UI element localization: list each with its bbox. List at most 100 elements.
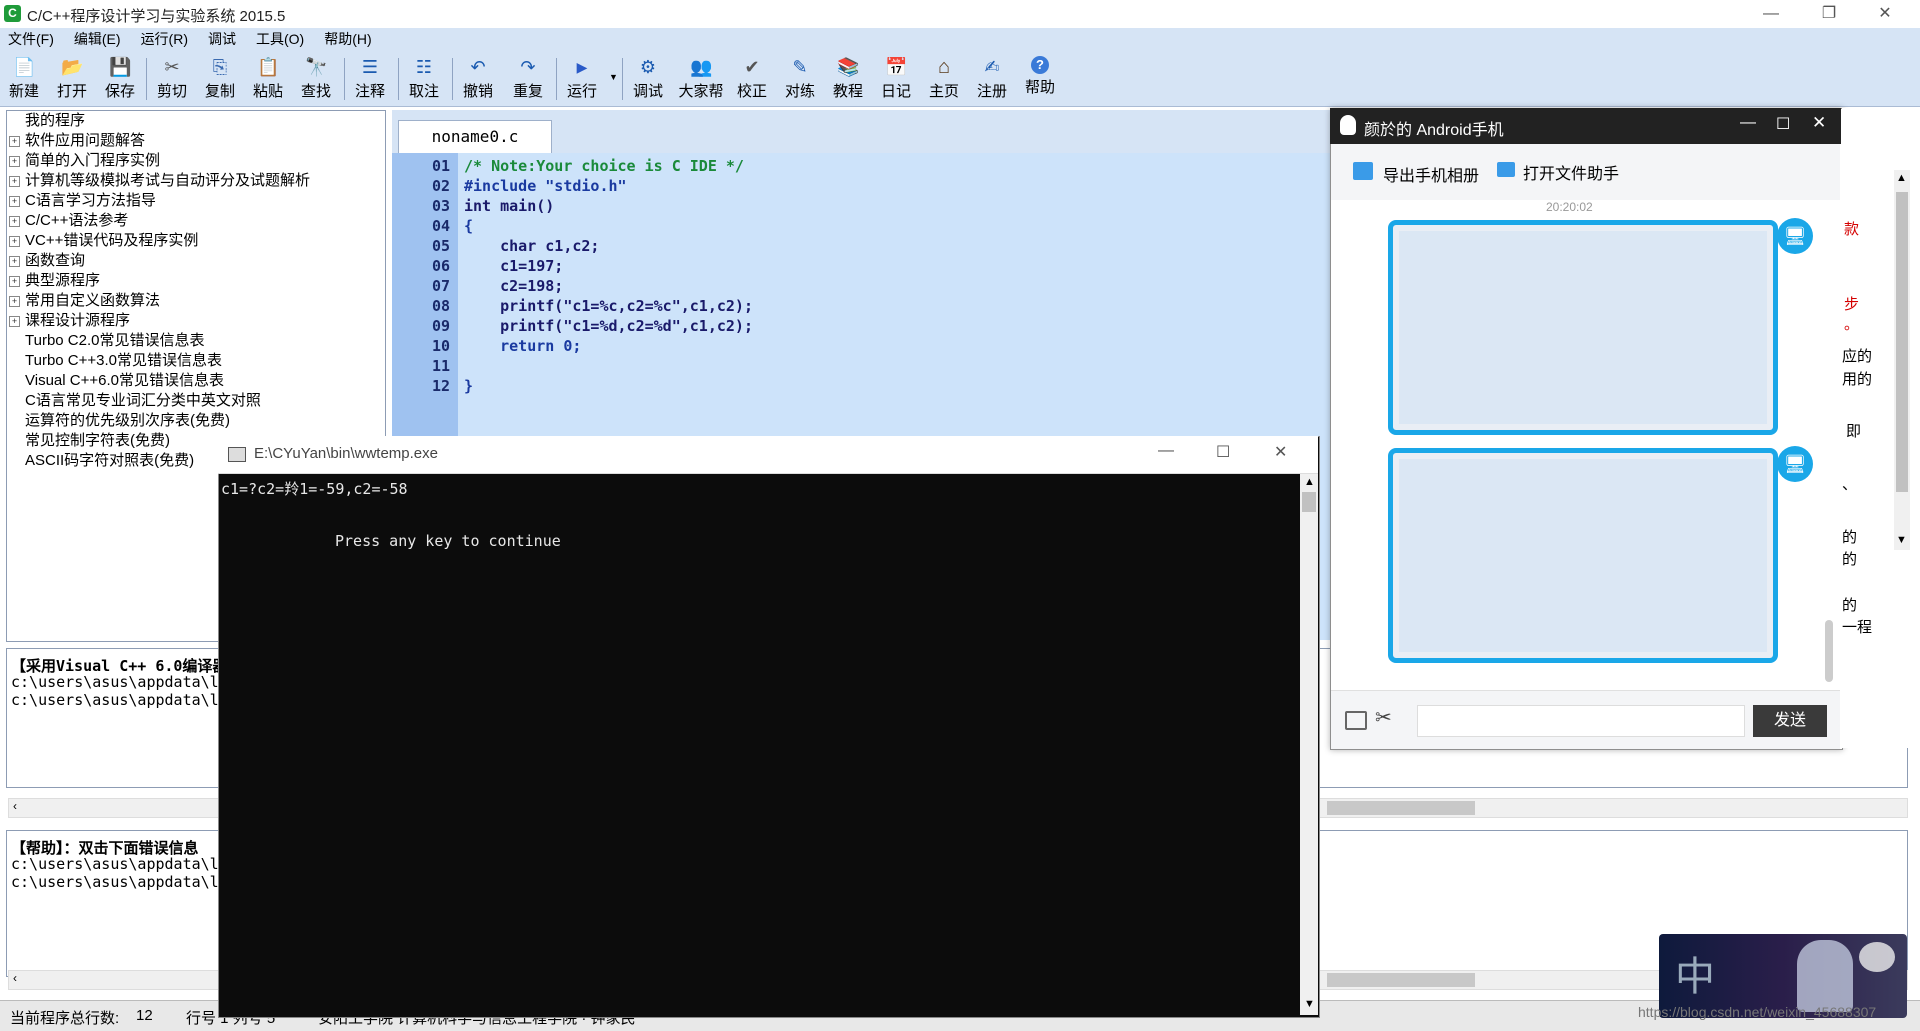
screenshot-message-image[interactable] <box>1388 220 1778 435</box>
console-output[interactable]: c1=?c2=羚1=-59,c2=-58 Press any key to co… <box>219 474 1299 1014</box>
toolbar-home-button[interactable]: ⌂ 主页 <box>922 56 966 101</box>
line-number: 02 <box>431 177 450 195</box>
toolbar-tutorial-button[interactable]: 📚 教程 <box>826 56 870 101</box>
menu-debug[interactable]: 调试 <box>208 28 236 50</box>
scroll-up-icon[interactable]: ▲ <box>1304 476 1315 488</box>
console-close-button[interactable]: ✕ <box>1274 442 1287 462</box>
tree-item[interactable]: + 软件应用问题解答 <box>7 131 385 151</box>
toolbar-community-button[interactable]: 👥 大家帮 <box>674 56 728 101</box>
send-button[interactable]: 发送 <box>1753 705 1827 737</box>
toolbar-run-button[interactable]: ▶ 运行 <box>560 56 604 101</box>
toolbar-find-button[interactable]: 🔭 查找 <box>294 56 338 101</box>
toolbar-comment-button[interactable]: ☰ 注释 <box>348 56 392 101</box>
menu-tools[interactable]: 工具(O) <box>256 28 304 50</box>
toolbar-uncomment-button[interactable]: ☷ 取注 <box>402 56 446 101</box>
line-number: 05 <box>431 237 450 255</box>
tree-item[interactable]: + 典型源程序 <box>7 271 385 291</box>
copy-icon: ⎘ <box>212 57 228 77</box>
scrollbar-thumb[interactable] <box>1327 801 1475 815</box>
menu-run[interactable]: 运行(R) <box>141 28 188 50</box>
run-dropdown-arrow-icon[interactable]: ▼ <box>609 72 618 82</box>
tree-item[interactable]: + 课程设计源程序 <box>7 311 385 331</box>
folder-icon[interactable] <box>1345 711 1367 730</box>
tree-item[interactable]: Visual C++6.0常见错误信息表 <box>7 371 385 391</box>
expand-icon[interactable]: + <box>9 236 20 247</box>
expand-icon[interactable]: + <box>9 156 20 167</box>
expand-icon[interactable]: + <box>9 176 20 187</box>
menu-file[interactable]: 文件(F) <box>8 28 54 50</box>
output-line: c:\users\asus\appdata\lo <box>11 873 228 891</box>
toolbar-paste-button[interactable]: 📋 粘贴 <box>246 56 290 101</box>
title-bar: C C/C++程序设计学习与实验系统 2015.5 — ❐ ✕ <box>0 0 1920 28</box>
console-minimize-button[interactable]: — <box>1158 442 1174 460</box>
toolbar-separator <box>622 58 623 100</box>
toolbar-new-button[interactable]: 📄 新建 <box>2 56 46 101</box>
document-scrollbar[interactable]: ▲ ▼ <box>1894 170 1910 550</box>
toolbar-help-button[interactable]: ? 帮助 <box>1018 56 1062 97</box>
tree-item[interactable]: + VC++错误代码及程序实例 <box>7 231 385 251</box>
expand-icon[interactable]: + <box>9 316 20 327</box>
tree-item[interactable]: 运算符的优先级别次序表(免费) <box>7 411 385 431</box>
tree-item[interactable]: + 函数查询 <box>7 251 385 271</box>
scrollbar-thumb[interactable] <box>1327 973 1475 987</box>
toolbar-redo-button[interactable]: ↷ 重复 <box>506 56 550 101</box>
toolbar-save-button[interactable]: 💾 保存 <box>98 56 142 101</box>
toolbar-copy-button[interactable]: ⎘ 复制 <box>198 56 242 101</box>
tree-item[interactable]: 我的程序 <box>7 111 385 131</box>
console-vertical-scrollbar[interactable]: ▲ ▼ <box>1300 474 1318 1015</box>
toolbar-check-button[interactable]: ✔ 校正 <box>730 56 774 101</box>
scrollbar-thumb[interactable] <box>1302 492 1316 512</box>
open-file-helper-button[interactable]: 打开文件助手 <box>1523 160 1619 184</box>
restore-button[interactable]: ❐ <box>1806 0 1852 28</box>
toolbar-diary-button[interactable]: 📅 日记 <box>874 56 918 101</box>
tree-item[interactable]: + 简单的入门程序实例 <box>7 151 385 171</box>
chat-scrollbar[interactable] <box>1825 620 1833 682</box>
scroll-down-icon[interactable]: ▼ <box>1896 534 1907 546</box>
scroll-left-icon[interactable]: ‹ <box>13 971 17 985</box>
doc-text: 即 <box>1846 423 1862 440</box>
tree-item[interactable]: + 计算机等级模拟考试与自动评分及试题解析 <box>7 171 385 191</box>
expand-icon[interactable]: + <box>9 196 20 207</box>
expand-icon[interactable]: + <box>9 276 20 287</box>
toolbar-open-button[interactable]: 📂 打开 <box>50 56 94 101</box>
expand-icon[interactable]: + <box>9 216 20 227</box>
message-input[interactable] <box>1417 705 1745 737</box>
console-title-bar[interactable]: E:\CYuYan\bin\wwtemp.exe — ☐ ✕ <box>218 436 1318 474</box>
qq-title-bar[interactable]: 颜於的 Android手机 — ☐ ✕ <box>1330 108 1841 144</box>
expand-icon[interactable]: + <box>9 296 20 307</box>
tree-item[interactable]: + C语言学习方法指导 <box>7 191 385 211</box>
toolbar-register-button[interactable]: ✍ 注册 <box>970 56 1014 101</box>
export-album-button[interactable]: 导出手机相册 <box>1383 162 1479 186</box>
qq-minimize-button[interactable]: — <box>1740 114 1756 132</box>
scissors-icon[interactable]: ✂ <box>1375 705 1392 730</box>
toolbar-undo-button[interactable]: ↶ 撤销 <box>456 56 500 101</box>
expand-icon[interactable]: + <box>9 256 20 267</box>
scrollbar-thumb[interactable] <box>1896 192 1908 492</box>
qq-close-button[interactable]: ✕ <box>1812 113 1826 133</box>
scroll-up-icon[interactable]: ▲ <box>1896 172 1907 184</box>
qq-maximize-button[interactable]: ☐ <box>1776 114 1790 134</box>
console-maximize-button[interactable]: ☐ <box>1216 442 1230 462</box>
minimize-button[interactable]: — <box>1748 0 1794 28</box>
close-button[interactable]: ✕ <box>1862 0 1908 28</box>
tree-item[interactable]: + 常用自定义函数算法 <box>7 291 385 311</box>
expand-icon[interactable]: + <box>9 136 20 147</box>
tree-item[interactable]: Turbo C2.0常见错误信息表 <box>7 331 385 351</box>
scroll-left-icon[interactable]: ‹ <box>13 799 17 813</box>
toolbar-cut-button[interactable]: ✂ 剪切 <box>150 56 194 101</box>
scroll-down-icon[interactable]: ▼ <box>1304 998 1315 1010</box>
open-folder-icon: 📂 <box>61 57 84 77</box>
screenshot-message-image[interactable] <box>1388 448 1778 663</box>
toolbar-debug-button[interactable]: ⚙ 调试 <box>626 56 670 101</box>
toolbar-practice-button[interactable]: ✎ 对练 <box>778 56 822 101</box>
tree-item[interactable]: Turbo C++3.0常见错误信息表 <box>7 351 385 371</box>
qq-action-bar: 导出手机相册 打开文件助手 <box>1331 144 1840 201</box>
menu-help[interactable]: 帮助(H) <box>324 28 371 50</box>
editor-tab[interactable]: noname0.c <box>398 120 552 153</box>
code-line: return 0; <box>464 337 582 355</box>
tree-item[interactable]: + C/C++语法参考 <box>7 211 385 231</box>
qq-chat-area[interactable]: 20:20:02 🖥 🖥 <box>1331 200 1840 690</box>
tree-item[interactable]: C语言常见专业词汇分类中英文对照 <box>7 391 385 411</box>
comment-icon: ☰ <box>361 57 379 77</box>
menu-edit[interactable]: 编辑(E) <box>74 28 121 50</box>
